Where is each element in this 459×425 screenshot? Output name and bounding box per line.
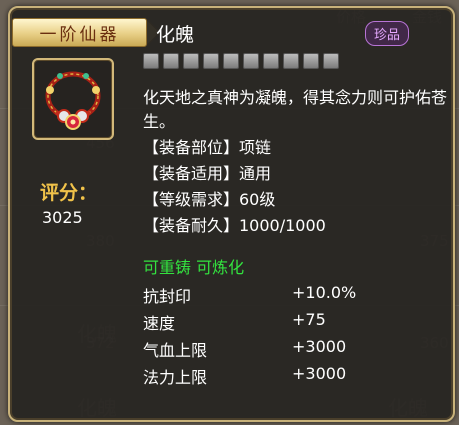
gem-slot [163, 53, 179, 69]
gem-slot [283, 53, 299, 69]
score-label: 评分： [40, 182, 98, 204]
attr-usage: 【装备适用】通用 [143, 164, 272, 183]
stat-name: 法力上限 [143, 368, 208, 387]
item-description: 化天地之真神为凝魄，得其念力则可护佑苍生。 [143, 88, 448, 131]
rarity-badge: 珍品 [365, 21, 410, 46]
stat-value: +3000 [292, 364, 347, 383]
tier-banner: 一阶仙器 [12, 18, 147, 47]
item-tooltip: 一阶仙器 化魄 珍品 化天地之真神为凝魄，得其念力则可护佑苍生。 评分： 302… [8, 6, 455, 422]
gem-slot [263, 53, 279, 69]
gem-slot [303, 53, 319, 69]
rarity-label: 珍品 [374, 28, 401, 43]
stat-value: +75 [292, 310, 326, 329]
necklace-icon [45, 71, 101, 130]
item-icon-frame [32, 58, 114, 140]
stat-value: +10.0% [292, 283, 357, 302]
stat-name: 抗封印 [143, 287, 192, 306]
reforge-flags: 可重铸 可炼化 [143, 258, 245, 277]
gem-slot [243, 53, 259, 69]
stat-name: 速度 [143, 314, 176, 333]
score-value: 3025 [42, 208, 83, 227]
item-name: 化魄 [156, 24, 195, 46]
gem-slot [223, 53, 239, 69]
attr-level: 【等级需求】60级 [143, 190, 276, 209]
stat-name: 气血上限 [143, 341, 208, 360]
gem-slot [323, 53, 339, 69]
gem-slot [183, 53, 199, 69]
gem-slot [143, 53, 159, 69]
gem-slots [143, 53, 339, 69]
attr-slot: 【装备部位】项链 [143, 138, 272, 157]
attr-durability: 【装备耐久】1000/1000 [143, 216, 326, 235]
gem-slot [203, 53, 219, 69]
stat-value: +3000 [292, 337, 347, 356]
